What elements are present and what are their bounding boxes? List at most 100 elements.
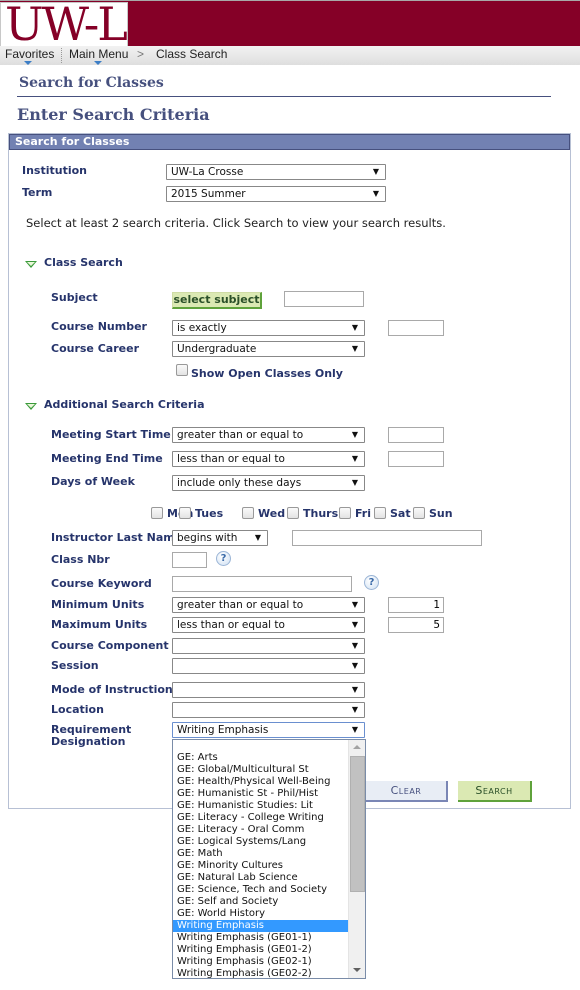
open-classes-label[interactable]: Show Open Classes Only bbox=[191, 367, 343, 380]
chevron-down-icon: ▼ bbox=[351, 430, 358, 439]
nav-main-menu[interactable]: Main Menu bbox=[69, 47, 128, 61]
course-career-select[interactable]: Undergraduate ▼ bbox=[172, 341, 365, 357]
requirement-select[interactable]: Writing Emphasis ▼ bbox=[172, 722, 365, 738]
day-checkbox-fri[interactable] bbox=[339, 507, 351, 519]
max-units-label: Maximum Units bbox=[51, 618, 148, 631]
page-subtitle: Enter Search Criteria bbox=[17, 105, 210, 124]
session-select[interactable]: ▼ bbox=[172, 658, 365, 674]
scroll-down-icon[interactable] bbox=[353, 968, 361, 972]
dropdown-option[interactable]: Writing Emphasis (GE02-2) bbox=[173, 968, 349, 978]
course-number-label: Course Number bbox=[51, 320, 147, 333]
dropdown-option[interactable]: Writing Emphasis (GE02-1) bbox=[173, 956, 349, 968]
max-units-operator-select[interactable]: less than or equal to ▼ bbox=[172, 617, 365, 633]
chevron-down-icon: ▼ bbox=[372, 167, 379, 176]
scroll-thumb[interactable] bbox=[350, 756, 365, 892]
day-checkbox-sat[interactable] bbox=[374, 507, 386, 519]
meeting-end-label: Meeting End Time bbox=[51, 452, 163, 465]
search-button[interactable]: Search bbox=[458, 781, 532, 802]
section-additional-criteria[interactable]: Additional Search Criteria bbox=[44, 398, 205, 411]
max-units-input[interactable]: 5 bbox=[388, 617, 444, 633]
requirement-value: Writing Emphasis bbox=[177, 724, 269, 736]
dropdown-option[interactable]: Writing Emphasis (GE01-2) bbox=[173, 944, 349, 956]
chevron-down-icon: ▼ bbox=[351, 344, 358, 353]
dropdown-option[interactable]: GE: Natural Lab Science bbox=[173, 872, 349, 884]
dropdown-option[interactable]: GE: Humanistic Studies: Lit bbox=[173, 800, 349, 812]
class-nbr-input[interactable] bbox=[172, 552, 207, 568]
dropdown-option[interactable]: GE: Literacy - Oral Comm bbox=[173, 824, 349, 836]
course-number-input[interactable] bbox=[388, 320, 444, 336]
subject-input[interactable] bbox=[284, 291, 364, 307]
help-icon[interactable]: ? bbox=[216, 551, 231, 566]
day-checkbox-sun[interactable] bbox=[413, 507, 425, 519]
dropdown-option[interactable]: GE: World History bbox=[173, 908, 349, 920]
help-icon[interactable]: ? bbox=[364, 575, 379, 590]
breadcrumb-separator-icon: > bbox=[137, 47, 145, 61]
day-label-sat[interactable]: Sat bbox=[390, 507, 411, 520]
requirement-dropdown-list[interactable]: GE: Arts GE: Global/Multicultural St GE: H… bbox=[172, 739, 366, 979]
main-menu-caret-icon[interactable] bbox=[94, 61, 102, 65]
dropdown-option[interactable]: GE: Health/Physical Well-Being bbox=[173, 776, 349, 788]
requirement-label-line2: Designation bbox=[51, 735, 126, 748]
term-select[interactable]: 2015 Summer ▼ bbox=[166, 186, 386, 202]
meeting-start-operator-select[interactable]: greater than or equal to ▼ bbox=[172, 427, 365, 443]
min-units-operator-select[interactable]: greater than or equal to ▼ bbox=[172, 597, 365, 613]
instructor-operator-select[interactable]: begins with ▼ bbox=[172, 530, 268, 546]
day-checkbox-wed[interactable] bbox=[242, 507, 254, 519]
logo[interactable]: UW-L bbox=[0, 0, 128, 51]
nav-favorites[interactable]: Favorites bbox=[5, 47, 54, 61]
dropdown-option[interactable]: GE: Global/Multicultural St bbox=[173, 764, 349, 776]
section-class-search[interactable]: Class Search bbox=[44, 256, 123, 269]
dropdown-option[interactable]: GE: Self and Society bbox=[173, 896, 349, 908]
meeting-start-input[interactable] bbox=[388, 427, 444, 443]
day-checkbox-thurs[interactable] bbox=[287, 507, 299, 519]
dropdown-scrollbar[interactable] bbox=[348, 740, 365, 978]
meeting-end-input[interactable] bbox=[388, 451, 444, 467]
days-of-week-label: Days of Week bbox=[51, 475, 135, 488]
title-divider bbox=[17, 96, 551, 97]
dropdown-option[interactable]: GE: Literacy - College Writing bbox=[173, 812, 349, 824]
day-label-sun[interactable]: Sun bbox=[429, 507, 453, 520]
dropdown-option[interactable]: GE: Arts bbox=[173, 752, 349, 764]
day-label-tues[interactable]: Tues bbox=[195, 507, 223, 520]
day-checkbox-mon[interactable] bbox=[151, 507, 163, 519]
collapse-triangle-icon[interactable] bbox=[25, 403, 37, 410]
dropdown-option[interactable]: Writing Emphasis bbox=[173, 920, 349, 932]
day-label-thurs[interactable]: Thurs bbox=[303, 507, 338, 520]
meeting-end-operator-select[interactable]: less than or equal to ▼ bbox=[172, 451, 365, 467]
clear-button[interactable]: Clear bbox=[366, 781, 448, 802]
dropdown-option[interactable]: GE: Humanistic St - Phil/Hist bbox=[173, 788, 349, 800]
days-of-week-operator-select[interactable]: include only these days ▼ bbox=[172, 475, 365, 491]
instructions-text: Select at least 2 search criteria. Click… bbox=[26, 216, 446, 230]
day-label-wed[interactable]: Wed bbox=[258, 507, 285, 520]
institution-select[interactable]: UW-La Crosse ▼ bbox=[166, 164, 386, 180]
mode-select[interactable]: ▼ bbox=[172, 682, 365, 698]
select-subject-button[interactable]: select subject bbox=[172, 292, 262, 309]
chevron-down-icon: ▼ bbox=[351, 454, 358, 463]
chevron-down-icon: ▼ bbox=[351, 725, 358, 734]
chevron-down-icon: ▼ bbox=[351, 661, 358, 670]
course-component-select[interactable]: ▼ bbox=[172, 638, 365, 654]
day-checkbox-tues[interactable] bbox=[179, 507, 191, 519]
min-units-label: Minimum Units bbox=[51, 598, 145, 611]
chevron-down-icon: ▼ bbox=[351, 600, 358, 609]
dropdown-option[interactable]: GE: Minority Cultures bbox=[173, 860, 349, 872]
location-label: Location bbox=[51, 703, 104, 716]
nav-bar: Favorites Main Menu > Class Search bbox=[0, 46, 580, 65]
min-units-input[interactable]: 1 bbox=[388, 597, 444, 613]
collapse-triangle-icon[interactable] bbox=[25, 261, 37, 268]
instructor-operator-value: begins with bbox=[177, 532, 238, 544]
location-select[interactable]: ▼ bbox=[172, 702, 365, 718]
favorites-caret-icon[interactable] bbox=[24, 61, 32, 65]
course-component-label: Course Component bbox=[51, 639, 169, 652]
open-classes-checkbox[interactable] bbox=[176, 364, 188, 376]
instructor-input[interactable] bbox=[292, 530, 482, 546]
scroll-up-icon[interactable] bbox=[353, 745, 361, 749]
course-keyword-input[interactable] bbox=[172, 576, 352, 592]
dropdown-option[interactable]: GE: Logical Systems/Lang bbox=[173, 836, 349, 848]
breadcrumb-current: Class Search bbox=[156, 47, 228, 61]
dropdown-option[interactable]: GE: Science, Tech and Society bbox=[173, 884, 349, 896]
course-number-operator-select[interactable]: is exactly ▼ bbox=[172, 320, 365, 336]
dropdown-option[interactable]: Writing Emphasis (GE01-1) bbox=[173, 932, 349, 944]
day-label-fri[interactable]: Fri bbox=[355, 507, 371, 520]
dropdown-option[interactable]: GE: Math bbox=[173, 848, 349, 860]
